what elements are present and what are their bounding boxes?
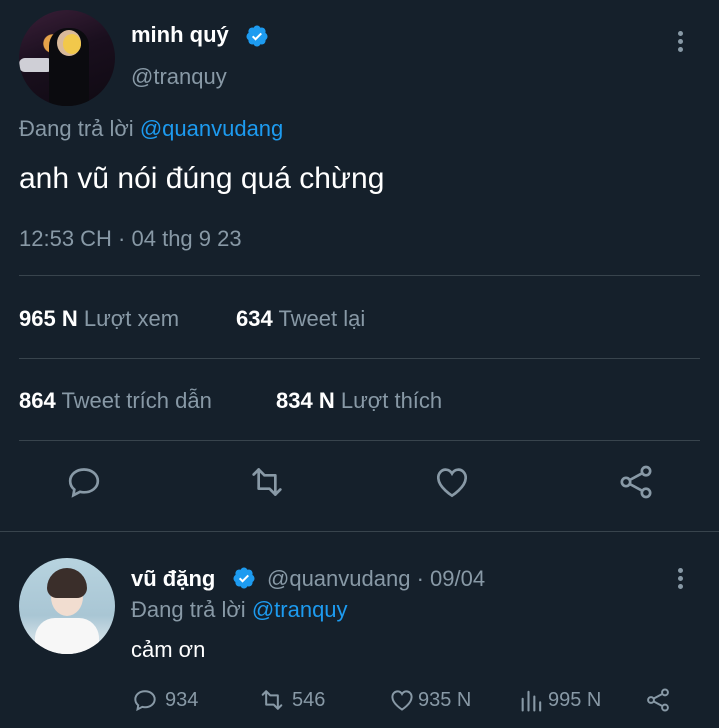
quotes-stat[interactable]: 864 Tweet trích dẫn xyxy=(19,388,212,414)
retweet-button[interactable]: 546 xyxy=(258,686,325,714)
tweet-timestamp[interactable]: 12:53 CH · 04 thg 9 23 xyxy=(19,226,242,252)
avatar[interactable] xyxy=(19,558,115,654)
divider xyxy=(19,275,700,276)
author-name[interactable]: minh quý xyxy=(131,22,229,48)
reply-count: 934 xyxy=(165,688,199,711)
like-icon[interactable] xyxy=(432,462,472,502)
more-options-icon[interactable] xyxy=(672,28,688,56)
retweet-icon xyxy=(261,690,283,710)
reply-tweet-text: cảm ơn xyxy=(131,637,206,662)
share-button[interactable] xyxy=(644,686,672,714)
replying-to-label: Đang trả lời xyxy=(19,116,134,141)
retweets-label: Tweet lại xyxy=(278,306,366,331)
reply-author-name[interactable]: vũ đặng xyxy=(131,566,215,592)
reply-button[interactable]: 934 xyxy=(131,686,198,714)
tweet-separator xyxy=(0,531,719,532)
retweets-count: 634 xyxy=(236,306,273,331)
tweet-text: anh vũ nói đúng quá chừng xyxy=(19,162,385,195)
likes-stat[interactable]: 834 N Lượt thích xyxy=(276,388,442,414)
views-button[interactable]: 995 N xyxy=(518,686,601,714)
replying-to-handle-link[interactable]: @quanvudang xyxy=(140,116,283,141)
like-count: 935 N xyxy=(418,688,472,711)
avatar[interactable] xyxy=(19,10,115,106)
replying-to: Đang trả lời @tranquy xyxy=(131,597,348,623)
verified-badge-icon xyxy=(232,566,256,590)
views-label: Lượt xem xyxy=(83,306,180,331)
replying-to-label: Đang trả lời xyxy=(131,597,246,622)
likes-count: 834 N xyxy=(276,388,335,413)
author-handle[interactable]: @tranquy xyxy=(131,64,227,90)
views-icon xyxy=(521,690,542,712)
views-count: 995 N xyxy=(548,688,602,711)
quotes-count: 864 xyxy=(19,388,56,413)
likes-label: Lượt thích xyxy=(340,388,443,413)
reply-icon xyxy=(134,690,156,712)
retweet-icon[interactable] xyxy=(247,462,287,502)
divider xyxy=(19,440,700,441)
more-options-icon[interactable] xyxy=(672,565,688,593)
like-button[interactable]: 935 N xyxy=(388,686,471,714)
share-icon xyxy=(647,688,669,712)
share-icon[interactable] xyxy=(616,462,656,502)
retweet-count: 546 xyxy=(292,688,326,711)
replying-to: Đang trả lời @quanvudang xyxy=(19,116,283,142)
divider xyxy=(19,358,700,359)
views-count: 965 N xyxy=(19,306,78,331)
views-stat[interactable]: 965 N Lượt xem xyxy=(19,306,179,332)
reply-icon[interactable] xyxy=(64,462,104,502)
like-icon xyxy=(391,690,413,711)
verified-badge-icon xyxy=(245,24,269,48)
quotes-label: Tweet trích dẫn xyxy=(61,388,212,413)
replying-to-handle-link[interactable]: @tranquy xyxy=(252,597,348,622)
reply-author-handle-date[interactable]: @quanvudang · 09/04 xyxy=(267,566,485,592)
retweets-stat[interactable]: 634 Tweet lại xyxy=(236,306,365,332)
tweet-action-bar xyxy=(0,462,719,512)
